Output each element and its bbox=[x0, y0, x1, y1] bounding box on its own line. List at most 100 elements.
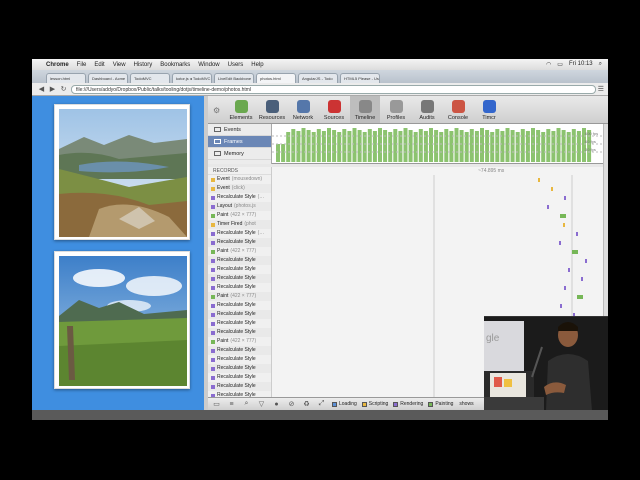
glue-events-icon[interactable]: ⤢ bbox=[317, 400, 326, 408]
forward-icon[interactable]: ▶ bbox=[49, 85, 56, 93]
record-row[interactable]: Recalculate Style bbox=[208, 346, 271, 355]
tab-audits[interactable]: Audits bbox=[412, 96, 442, 123]
dock-icon[interactable]: ▭ bbox=[212, 400, 221, 408]
filter-icon[interactable]: ▽ bbox=[257, 400, 266, 408]
tab-network[interactable]: Network bbox=[288, 96, 318, 123]
legend-rendering[interactable]: Rendering bbox=[393, 401, 423, 407]
tab-timcr[interactable]: Timcr bbox=[474, 96, 504, 123]
overview-label: Frames bbox=[224, 138, 243, 145]
tab-console[interactable]: Console bbox=[443, 96, 473, 123]
console-toggle-icon[interactable]: ≡ bbox=[227, 401, 236, 408]
record-row[interactable]: Recalculate Style bbox=[208, 283, 271, 292]
record-type-swatch bbox=[211, 312, 215, 317]
legend-painting[interactable]: Painting bbox=[428, 401, 453, 407]
browser-tab[interactable]: LiveEdit Backbone bbox=[214, 73, 254, 83]
overview-label: Memory bbox=[224, 150, 244, 157]
battery-icon[interactable]: ▭ bbox=[557, 61, 563, 68]
legend-scripting[interactable]: Scripting bbox=[361, 401, 388, 407]
record-row[interactable]: Recalculate Style bbox=[208, 265, 271, 274]
frames-icon bbox=[214, 139, 221, 144]
browser-tab[interactable]: HTML5 Please - Us bbox=[340, 73, 380, 83]
menu-history[interactable]: History bbox=[134, 62, 153, 68]
legend-checkbox[interactable] bbox=[332, 401, 337, 407]
record-bar bbox=[551, 187, 553, 191]
record-row[interactable]: Recalculate Style bbox=[208, 274, 271, 283]
browser-tab[interactable]: TodoMVC bbox=[130, 73, 170, 83]
wifi-icon[interactable]: ◠ bbox=[546, 61, 551, 68]
record-row[interactable]: Paint (422 × 777) bbox=[208, 247, 271, 256]
clear-icon[interactable]: ⊘ bbox=[287, 400, 296, 408]
tab-resources[interactable]: Resources bbox=[257, 96, 287, 123]
record-row[interactable]: Event (click) bbox=[208, 184, 271, 193]
frame-bar bbox=[378, 128, 382, 162]
record-row[interactable]: Event (mousedown) bbox=[208, 175, 271, 184]
record-type-swatch bbox=[211, 213, 215, 218]
record-row[interactable]: Recalculate Style bbox=[208, 373, 271, 382]
record-row[interactable]: Recalculate Style bbox=[208, 301, 271, 310]
frames-overview-chart[interactable]: 600 fps 60 fps 30 fps bbox=[272, 124, 603, 164]
record-type-swatch bbox=[211, 384, 215, 389]
record-row[interactable]: Paint (422 × 777) bbox=[208, 292, 271, 301]
address-bar[interactable]: file:///Users/addyo/Dropbox/Public/talks… bbox=[71, 84, 596, 94]
record-row[interactable]: Recalculate Style (… bbox=[208, 193, 271, 202]
menu-window[interactable]: Window bbox=[198, 62, 219, 68]
spotlight-icon[interactable]: ⌕ bbox=[599, 61, 602, 68]
frame-bar bbox=[408, 130, 413, 162]
tab-profiles[interactable]: Profiles bbox=[381, 96, 411, 123]
reload-icon[interactable]: ↻ bbox=[60, 85, 67, 93]
record-row[interactable]: Layout (photos.js bbox=[208, 202, 271, 211]
record-row[interactable]: Recalculate Style bbox=[208, 238, 271, 247]
menu-view[interactable]: View bbox=[113, 62, 126, 68]
record-bar bbox=[585, 259, 587, 263]
overview-frames[interactable]: Frames bbox=[208, 136, 271, 148]
record-row[interactable]: Recalculate Style bbox=[208, 364, 271, 373]
frame-bar bbox=[393, 129, 398, 162]
gear-icon[interactable]: ⚙ bbox=[213, 106, 220, 115]
record-row[interactable]: Timer Fired (phot bbox=[208, 220, 271, 229]
record-row[interactable]: Recalculate Style bbox=[208, 310, 271, 319]
back-icon[interactable]: ◀ bbox=[38, 85, 45, 93]
frame-bar bbox=[520, 129, 525, 162]
record-row[interactable]: Recalculate Style bbox=[208, 256, 271, 265]
legend-checkbox[interactable] bbox=[428, 401, 434, 407]
record-detail: (422 × 777) bbox=[230, 248, 257, 254]
record-name: Recalculate Style bbox=[217, 230, 256, 236]
menu-bookmarks[interactable]: Bookmarks bbox=[160, 62, 190, 68]
legend-checkbox[interactable] bbox=[361, 401, 367, 407]
wrench-icon[interactable]: ☰ bbox=[598, 85, 604, 93]
record-row[interactable]: Recalculate Style bbox=[208, 382, 271, 391]
overview-events[interactable]: Events bbox=[208, 124, 271, 136]
clock[interactable]: Fri 10:13 bbox=[569, 61, 593, 68]
record-row[interactable]: Recalculate Style bbox=[208, 355, 271, 364]
search-icon[interactable]: ⌕ bbox=[242, 400, 251, 408]
legend-loading[interactable]: Loading bbox=[332, 401, 357, 407]
garbage-collect-icon[interactable]: ♻ bbox=[302, 400, 311, 408]
menu-users[interactable]: Users bbox=[228, 62, 244, 68]
record-row[interactable]: Paint (422 × 777) bbox=[208, 337, 271, 346]
menubar-app-name[interactable]: Chrome bbox=[46, 62, 69, 68]
record-row[interactable]: Paint (422 × 777) bbox=[208, 211, 271, 220]
audits-icon bbox=[420, 100, 434, 113]
record-row[interactable]: Recalculate Style (… bbox=[208, 229, 271, 238]
overview-memory[interactable]: Memory bbox=[208, 148, 271, 160]
browser-tab[interactable]: lesson.html bbox=[46, 73, 86, 83]
tab-elements[interactable]: Elements bbox=[226, 96, 256, 123]
record-row[interactable]: Recalculate Style bbox=[208, 328, 271, 337]
menu-edit[interactable]: Edit bbox=[94, 62, 104, 68]
browser-tab[interactable]: Dashboard - Acme bbox=[88, 73, 128, 83]
menu-file[interactable]: File bbox=[77, 62, 87, 68]
photo-lake[interactable] bbox=[54, 104, 190, 240]
frames-overview-svg: 600 fps 60 fps 30 fps bbox=[272, 124, 603, 163]
tab-sources[interactable]: Sources bbox=[319, 96, 349, 123]
browser-tab[interactable]: kotor.js ◂ TodoMVC bbox=[172, 73, 212, 83]
menu-help[interactable]: Help bbox=[251, 62, 263, 68]
legend-checkbox[interactable] bbox=[393, 401, 399, 407]
record-icon[interactable]: ● bbox=[272, 401, 281, 408]
photo-meadow[interactable] bbox=[54, 251, 190, 389]
record-name: Recalculate Style bbox=[217, 194, 256, 200]
record-row[interactable]: Recalculate Style bbox=[208, 319, 271, 328]
sources-icon bbox=[327, 100, 341, 113]
browser-tab-active[interactable]: photos.html bbox=[256, 73, 296, 83]
browser-tab[interactable]: AngularJS - Todo bbox=[298, 73, 338, 83]
tab-timeline[interactable]: Timeline bbox=[350, 96, 380, 123]
